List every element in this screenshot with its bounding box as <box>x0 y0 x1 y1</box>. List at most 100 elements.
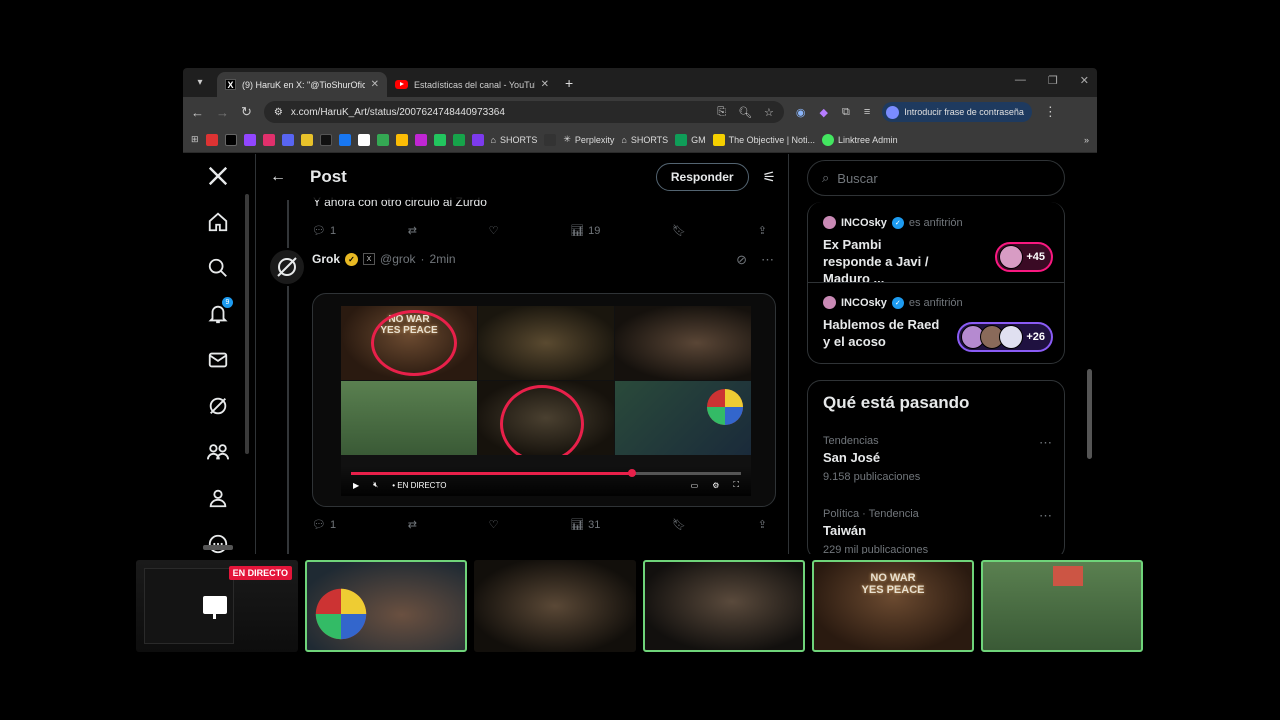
settings-gear-icon[interactable]: ⚙ <box>712 481 719 490</box>
grok-icon[interactable] <box>206 394 230 418</box>
like-action[interactable]: ♡ <box>489 518 499 531</box>
media-control-icon[interactable]: ≡ <box>864 106 870 118</box>
left-scrollbar[interactable] <box>245 194 249 454</box>
bookmark-icon[interactable] <box>395 133 408 146</box>
grok-explain-icon[interactable]: ⊘ <box>736 252 747 268</box>
fullscreen-icon[interactable]: ⛶ <box>733 480 739 490</box>
new-tab-button[interactable]: + <box>565 75 573 91</box>
views-action[interactable]: 📊︎ 19 <box>570 224 600 238</box>
author-name[interactable]: Grok <box>312 252 340 266</box>
repost-action[interactable]: ⇄ <box>408 518 417 531</box>
profile-chip[interactable]: Introducir frase de contraseña <box>882 102 1032 122</box>
install-app-icon[interactable]: ⎘ <box>717 106 726 119</box>
bookmark-icon[interactable] <box>357 133 370 146</box>
bookmark-icon[interactable] <box>414 133 427 146</box>
bookmark-perplexity[interactable]: ✳ Perplexity <box>563 134 614 145</box>
trend-more-icon[interactable]: ⋯ <box>1039 435 1053 451</box>
trend-item[interactable]: Política · Tendencia Taiwán 229 mil publ… <box>823 508 1053 554</box>
trend-item[interactable]: Tendencias San José 9.158 publicaciones … <box>823 435 1053 483</box>
bookmark-action[interactable]: 🔖︎ <box>672 518 686 531</box>
bookmark-shorts-2[interactable]: ⌂ SHORTS <box>621 135 668 145</box>
video-player[interactable]: NO WAR YES PEACE ▶ 🔇︎ • EN DIRECTO ▭ ⚙ ⛶ <box>341 306 751 496</box>
zoom-icon[interactable]: 🔍︎ <box>738 106 752 119</box>
bookmark-x-icon[interactable] <box>224 133 237 146</box>
share-action[interactable]: ⇪ <box>758 224 767 237</box>
views-action[interactable]: 📊︎ 31 <box>570 518 600 532</box>
site-info-icon[interactable]: ⚙ <box>274 107 283 118</box>
screen-share-thumb[interactable]: EN DIRECTO <box>136 560 298 652</box>
bookmark-gm[interactable]: GM <box>675 133 706 146</box>
right-scrollbar[interactable] <box>1087 369 1092 459</box>
bookmark-icon[interactable] <box>544 133 557 146</box>
video-progress-bar[interactable] <box>351 469 741 477</box>
captions-icon[interactable]: ▭ <box>691 481 699 490</box>
reload-icon[interactable]: ↻ <box>241 104 252 120</box>
tab-youtube-stats[interactable]: Estadísticas del canal - YouTube ✕ <box>387 72 557 97</box>
messages-mail-icon[interactable] <box>206 348 230 372</box>
bookmark-icon[interactable] <box>433 133 446 146</box>
space-item[interactable]: INCOsky ✓ es anfitrión Ex Pambi responde… <box>823 216 1053 287</box>
share-action[interactable]: ⇪ <box>758 518 767 531</box>
camera-thumb[interactable]: NO WAR YES PEACE <box>812 560 974 652</box>
space-listeners[interactable]: +26 <box>957 322 1053 352</box>
extension-icon[interactable]: ◆ <box>820 106 828 119</box>
progress-knob[interactable] <box>627 469 636 477</box>
extension-audio-icon[interactable]: ◉ <box>796 106 806 119</box>
bookmark-action[interactable]: 🔖︎ <box>672 224 686 237</box>
profile-icon[interactable] <box>206 486 230 510</box>
bookmark-icon[interactable] <box>281 133 294 146</box>
more-bookmarks-icon[interactable]: » <box>1084 135 1089 145</box>
extensions-puzzle-icon[interactable]: ⧉ <box>842 106 850 119</box>
filter-sliders-icon[interactable]: ⚟ <box>763 168 776 186</box>
x-logo-icon[interactable] <box>206 164 230 188</box>
address-bar[interactable]: ⚙ x.com/HaruK_Art/status/200762474844097… <box>263 101 784 123</box>
close-tab-icon[interactable]: ✕ <box>541 79 549 90</box>
repost-action[interactable]: ⇄ <box>408 224 417 237</box>
forward-nav-icon[interactable]: → <box>216 105 229 120</box>
apps-grid-icon[interactable]: ⊞ <box>191 134 199 145</box>
space-listeners[interactable]: +45 <box>995 242 1053 272</box>
post-time[interactable]: 2min <box>430 252 456 266</box>
camera-thumb[interactable] <box>305 560 467 652</box>
bookmark-linktree[interactable]: Linktree Admin <box>822 133 898 146</box>
home-icon[interactable] <box>206 210 230 234</box>
reply-action[interactable]: 💬︎ 1 <box>312 518 336 532</box>
explore-search-icon[interactable] <box>206 256 230 280</box>
reply-action[interactable]: 💬︎ 1 <box>312 224 336 238</box>
close-window-icon[interactable]: ✕ <box>1080 74 1089 87</box>
bookmark-icon[interactable] <box>471 133 484 146</box>
more-options-icon[interactable] <box>206 532 230 554</box>
more-dots-icon[interactable]: ⋯ <box>761 252 774 268</box>
back-nav-icon[interactable]: ← <box>191 105 204 120</box>
bookmark-instagram-icon[interactable] <box>262 133 275 146</box>
bookmark-shorts[interactable]: ⌂ SHORTS <box>491 135 538 145</box>
close-tab-icon[interactable]: ✕ <box>371 79 379 90</box>
horizontal-scrollbar[interactable] <box>203 545 233 550</box>
camera-thumb[interactable] <box>474 560 636 652</box>
browser-menu-icon[interactable]: ⋮ <box>1044 104 1057 120</box>
bookmark-icon[interactable] <box>205 133 218 146</box>
bookmark-tiktok-icon[interactable] <box>319 133 332 146</box>
back-arrow-icon[interactable]: ← <box>270 168 310 186</box>
minimize-icon[interactable]: — <box>1015 74 1026 87</box>
bookmark-icon[interactable] <box>452 133 465 146</box>
bookmark-icon[interactable] <box>376 133 389 146</box>
notifications-bell-icon[interactable]: 9 <box>206 297 233 326</box>
bookmark-the-objective[interactable]: The Objective | Noti... <box>712 133 815 146</box>
camera-thumb[interactable] <box>981 560 1143 652</box>
camera-thumb[interactable] <box>643 560 805 652</box>
communities-icon[interactable] <box>206 440 230 464</box>
trend-more-icon[interactable]: ⋯ <box>1039 508 1053 524</box>
bookmark-icon[interactable] <box>300 133 313 146</box>
author-handle[interactable]: @grok <box>380 252 416 266</box>
reply-button[interactable]: Responder <box>655 163 749 191</box>
bookmark-star-icon[interactable]: ☆ <box>764 106 774 119</box>
like-action[interactable]: ♡ <box>489 224 499 237</box>
restore-icon[interactable]: ❐ <box>1048 74 1058 87</box>
post-media[interactable]: NO WAR YES PEACE ▶ 🔇︎ • EN DIRECTO ▭ ⚙ ⛶ <box>312 293 776 507</box>
bookmark-icon[interactable] <box>338 133 351 146</box>
grok-avatar[interactable] <box>270 250 304 284</box>
muted-volume-icon[interactable]: 🔇︎ <box>373 480 378 490</box>
tab-x-post[interactable]: X (9) HaruK en X: "@TioShurOficia ✕ <box>217 72 387 97</box>
space-item[interactable]: INCOsky ✓ es anfitrión Hablemos de Raed … <box>823 296 1053 352</box>
